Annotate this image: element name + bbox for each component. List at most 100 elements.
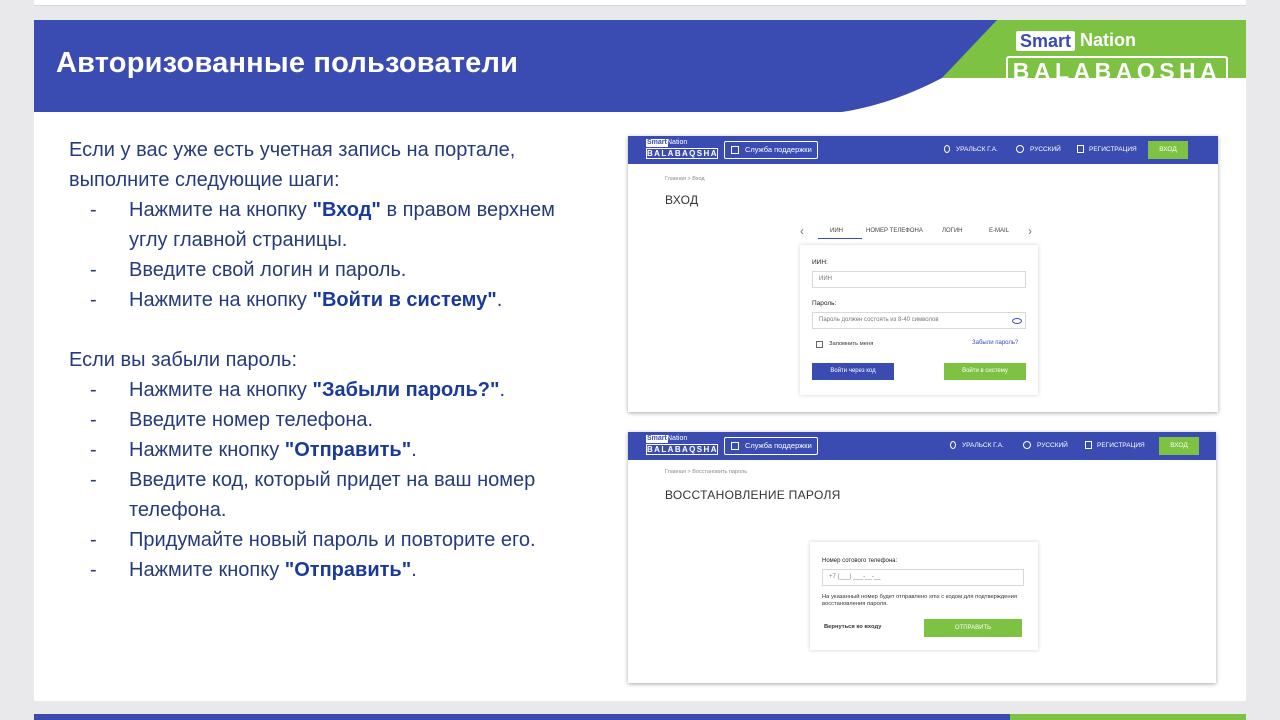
send-button[interactable]: ОТПРАВИТЬ <box>924 619 1022 637</box>
tab-iin[interactable]: ИИН <box>830 228 843 234</box>
login-with-code-button[interactable]: Войти через код <box>812 363 894 380</box>
language-selector[interactable]: РУССКИЙ <box>1030 136 1061 164</box>
support-label: Служба поддержки <box>745 441 812 450</box>
list-dash: - <box>90 469 97 491</box>
step-text: Нажмите на кнопку <box>129 289 313 311</box>
instructions: Если у вас уже есть учетная запись на по… <box>69 135 589 585</box>
sms-note: На указанный номер будет отправлено sms … <box>822 594 1017 607</box>
remember-label: Запомнить меня <box>829 341 874 347</box>
support-button[interactable]: Служба поддержки <box>724 141 818 159</box>
recovery-card: Номер сотового телефона: +7 (___) ___-__… <box>810 542 1038 650</box>
iin-input[interactable]: ИИН <box>812 271 1026 288</box>
step-item: - Нажмите на кнопку "Войти в систему". <box>69 285 589 315</box>
slide: Авторизованные пользователи Smart Nation… <box>34 20 1246 701</box>
list-dash: - <box>90 529 97 551</box>
site-logo-smart: Smart <box>646 435 668 443</box>
register-link[interactable]: РЕГИСТРАЦИЯ <box>1097 432 1145 460</box>
login-card: ИИН: ИИН Пароль: Пароль должен состоять … <box>800 245 1038 395</box>
section1-intro: Если у вас уже есть учетная запись на по… <box>69 139 516 191</box>
phone-input[interactable]: +7 (___) ___-__-__ <box>822 569 1024 586</box>
globe-icon <box>1016 145 1024 153</box>
title-banner: Авторизованные пользователи Smart Nation… <box>34 20 1246 112</box>
breadcrumb: Главная > Восстановить пароль <box>665 469 748 475</box>
slide-title: Авторизованные пользователи <box>56 47 519 79</box>
recovery-screenshot: Smart Nation BALABAQSHA Служба поддержки… <box>628 432 1216 683</box>
step-text-end: . <box>496 289 503 311</box>
login-button[interactable]: ВХОД <box>1148 141 1188 159</box>
login-button[interactable]: ВХОД <box>1159 437 1199 455</box>
language-selector[interactable]: РУССКИЙ <box>1037 432 1068 460</box>
list-dash: - <box>90 409 97 431</box>
previous-slide-edge <box>34 0 1246 6</box>
support-label: Служба поддержки <box>745 145 812 154</box>
step-text: Нажмите кнопку <box>129 559 285 581</box>
site-logo-name: BALABAQSHA <box>646 444 718 455</box>
step-item: - Нажмите кнопку "Отправить". <box>69 435 589 465</box>
breadcrumb: Главная > Вход <box>665 176 705 182</box>
password-input[interactable]: Пароль должен состоять из 8-40 символов <box>812 312 1026 329</box>
step-emphasis: "Отправить" <box>284 559 412 581</box>
step-text-end: . <box>411 439 417 461</box>
location-icon <box>944 145 950 153</box>
step-emphasis: "Войти в систему" <box>312 289 497 311</box>
register-icon <box>1077 145 1084 153</box>
section2-intro: Если вы забыли пароль: <box>69 349 297 371</box>
section1-steps: - Нажмите на кнопку "Вход" в правом верхн… <box>69 195 589 315</box>
password-label: Пароль: <box>812 300 837 307</box>
step-text: Введите код, который придет на ваш номер… <box>129 469 536 521</box>
site-logo-nation: Nation <box>667 139 688 146</box>
site-header: Smart Nation BALABAQSHA Служба поддержки… <box>628 136 1218 164</box>
step-emphasis: "Вход" <box>312 199 381 221</box>
step-text: Нажмите на кнопку <box>129 379 313 401</box>
city-selector[interactable]: УРАЛЬСК Г.А. <box>962 432 1004 460</box>
brand-logo: Smart Nation BALABAQSHA <box>1004 30 1230 98</box>
list-dash: - <box>90 379 97 401</box>
back-to-login-link[interactable]: Вернуться ко входу <box>824 624 881 630</box>
chevron-left-icon[interactable]: ‹ <box>800 224 804 238</box>
section2-steps: - Нажмите на кнопку "Забыли пароль?". - Вве… <box>69 375 589 585</box>
eye-icon[interactable] <box>1012 318 1022 324</box>
site-logo[interactable]: Smart Nation BALABAQSHA <box>646 435 718 455</box>
step-text-end: . <box>499 379 506 401</box>
site-logo-nation: Nation <box>667 435 688 442</box>
brand-nation: Nation <box>1080 30 1136 50</box>
register-icon <box>1085 441 1092 449</box>
forgot-password-link[interactable]: Забыли пароль? <box>972 340 1018 346</box>
page-heading: ВХОД <box>665 193 699 207</box>
step-text: Введите свой логин и пароль. <box>129 259 407 281</box>
register-link[interactable]: РЕГИСТРАЦИЯ <box>1089 136 1137 164</box>
step-emphasis: "Отправить" <box>284 439 412 461</box>
step-item: - Введите код, который придет на ваш номе… <box>69 465 589 525</box>
list-dash: - <box>90 199 97 221</box>
list-dash: - <box>90 259 97 281</box>
step-item: - Нажмите кнопку "Отправить". <box>69 555 589 585</box>
iin-label: ИИН: <box>812 259 828 266</box>
brand-name: BALABAQSHA <box>1006 56 1228 88</box>
tab-login[interactable]: ЛОГИН <box>942 228 963 234</box>
sign-in-button[interactable]: Войти в систему <box>944 363 1026 380</box>
remember-checkbox[interactable] <box>816 341 823 348</box>
site-logo-smart: Smart <box>646 139 668 147</box>
site-logo[interactable]: Smart Nation BALABAQSHA <box>646 139 718 159</box>
phone-label: Номер сотового телефона: <box>822 558 898 564</box>
step-item: - Придумайте новый пароль и повторите его… <box>69 525 589 555</box>
active-tab-indicator <box>818 238 862 239</box>
step-text: Нажмите на кнопку <box>129 199 313 221</box>
location-icon <box>950 441 956 449</box>
globe-icon <box>1023 441 1031 449</box>
page-heading: ВОССТАНОВЛЕНИЕ ПАРОЛЯ <box>665 488 841 502</box>
chevron-right-icon[interactable]: › <box>1028 224 1032 238</box>
login-screenshot: Smart Nation BALABAQSHA Служба поддержки… <box>628 136 1218 412</box>
tab-phone[interactable]: НОМЕР ТЕЛЕФОНА <box>866 228 923 234</box>
step-text-end: . <box>411 559 417 581</box>
tab-email[interactable]: E-MAIL <box>989 228 1009 234</box>
chat-icon <box>731 146 739 154</box>
support-button[interactable]: Служба поддержки <box>724 437 818 455</box>
step-item: - Введите номер телефона. <box>69 405 589 435</box>
city-selector[interactable]: УРАЛЬСК Г.А. <box>956 136 998 164</box>
step-text: Придумайте новый пароль и повторите его. <box>129 529 536 551</box>
step-item: - Нажмите на кнопку "Забыли пароль?". <box>69 375 589 405</box>
list-dash: - <box>90 289 97 311</box>
list-dash: - <box>90 559 97 581</box>
chat-icon <box>731 442 739 450</box>
